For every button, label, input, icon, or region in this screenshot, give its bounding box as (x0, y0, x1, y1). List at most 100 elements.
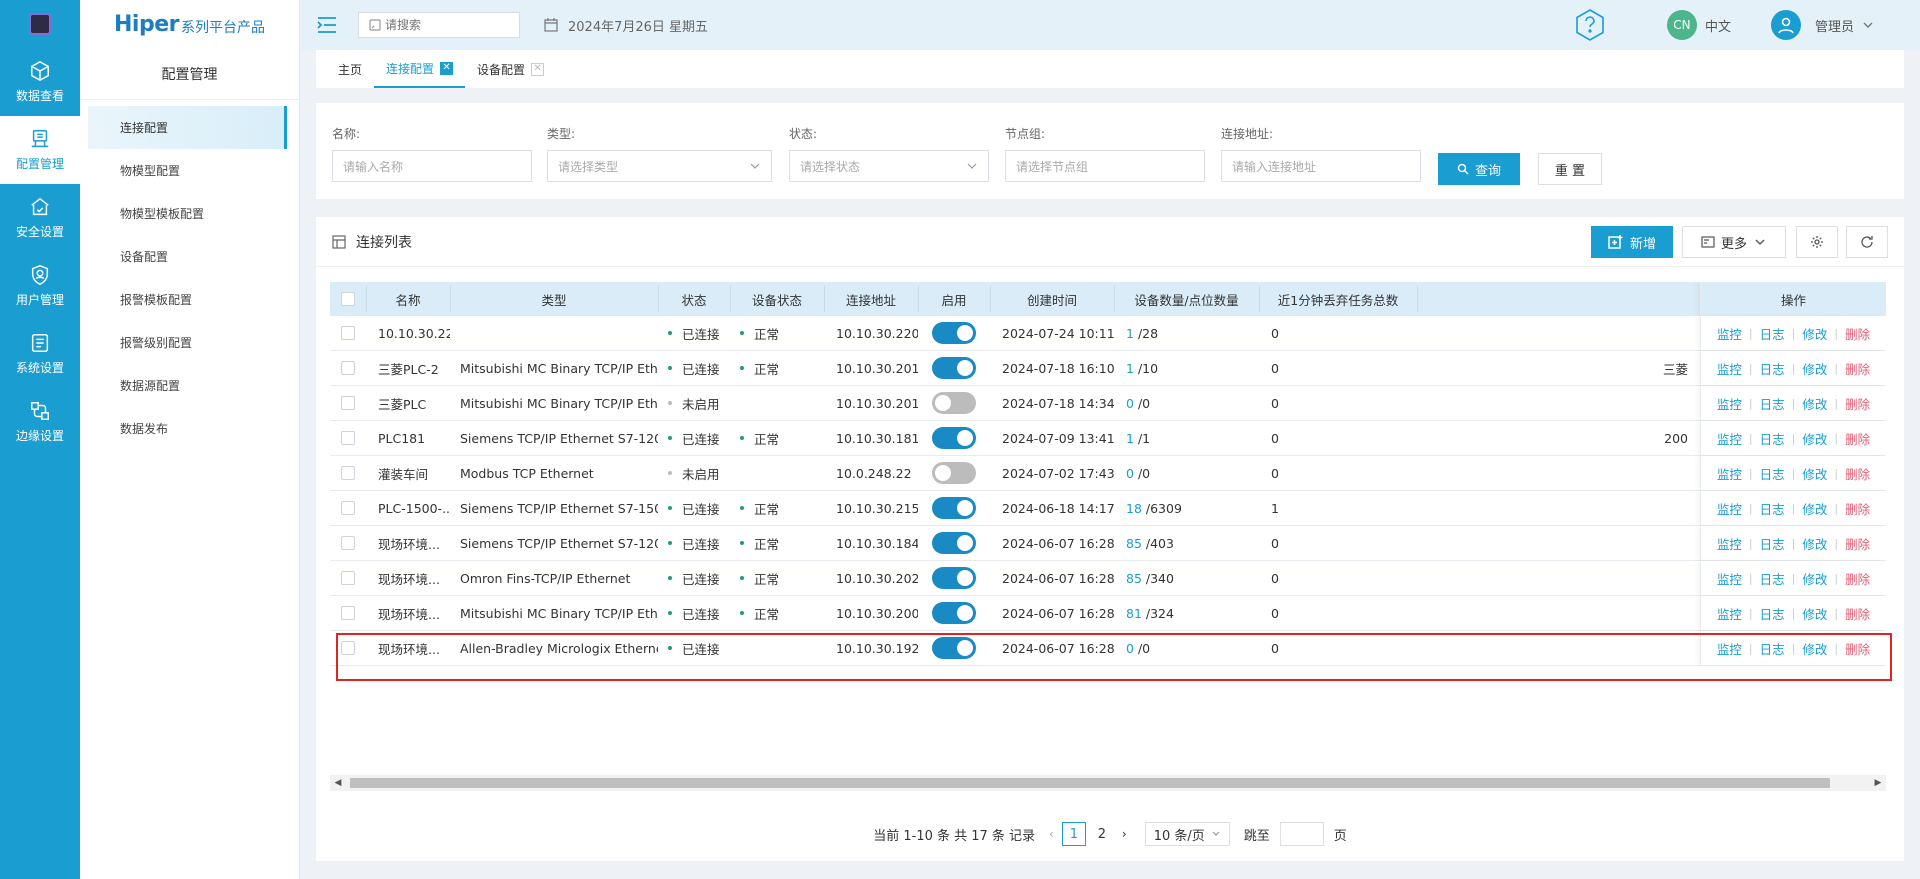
rail-item-users[interactable]: 用户管理 (0, 252, 80, 320)
enable-toggle[interactable] (932, 392, 976, 414)
monitor-link[interactable]: 监控 (1717, 499, 1742, 518)
row-checkbox[interactable] (341, 571, 355, 585)
col-enabled[interactable]: 启用 (918, 282, 990, 316)
page-size-select[interactable]: 10 条/页 (1144, 822, 1230, 846)
table-row[interactable]: 三菱PLC Mitsubishi MC Binary TCP/IP Etherne… (330, 386, 1886, 421)
monitor-link[interactable]: 监控 (1717, 534, 1742, 553)
name-input[interactable]: 请输入名称 (332, 150, 532, 182)
delete-link[interactable]: 删除 (1845, 639, 1870, 658)
table-row[interactable]: 现场环境... Allen-Bradley Micrologix Ethernet… (330, 631, 1886, 666)
row-checkbox[interactable] (341, 606, 355, 620)
select-all-checkbox[interactable] (341, 292, 355, 306)
monitor-link[interactable]: 监控 (1717, 464, 1742, 483)
edit-link[interactable]: 修改 (1802, 534, 1827, 553)
device-count-link[interactable]: 81 (1126, 606, 1142, 621)
enable-toggle[interactable] (932, 532, 976, 554)
device-count-link[interactable]: 0 (1126, 396, 1134, 411)
device-count-link[interactable]: 85 (1126, 536, 1142, 551)
col-dropped[interactable]: 近1分钟丢弃任务总数 (1259, 282, 1417, 316)
edit-link[interactable]: 修改 (1802, 324, 1827, 343)
horizontal-scrollbar[interactable]: ◀ ▶ (330, 775, 1886, 791)
refresh-button[interactable] (1846, 226, 1888, 258)
row-checkbox[interactable] (341, 326, 355, 340)
log-link[interactable]: 日志 (1760, 639, 1785, 658)
scroll-right-icon[interactable]: ▶ (1870, 775, 1886, 791)
chevron-down-icon[interactable] (1862, 19, 1874, 31)
query-button[interactable]: 查询 (1438, 153, 1520, 185)
edit-link[interactable]: 修改 (1802, 359, 1827, 378)
monitor-link[interactable]: 监控 (1717, 604, 1742, 623)
delete-link[interactable]: 删除 (1845, 534, 1870, 553)
delete-link[interactable]: 删除 (1845, 499, 1870, 518)
log-link[interactable]: 日志 (1760, 359, 1785, 378)
node-group-select[interactable]: 请选择节点组 (1005, 150, 1205, 182)
enable-toggle[interactable] (932, 602, 976, 624)
reset-button[interactable]: 重 置 (1538, 153, 1602, 185)
col-address[interactable]: 连接地址 (824, 282, 918, 316)
col-device-count[interactable]: 设备数量/点位数量 (1114, 282, 1259, 316)
page-1[interactable]: 1 (1061, 822, 1086, 846)
enable-toggle[interactable] (932, 567, 976, 589)
enable-toggle[interactable] (932, 357, 976, 379)
table-row[interactable]: 现场环境... Siemens TCP/IP Ethernet S7-1200 已连… (330, 526, 1886, 561)
monitor-link[interactable]: 监控 (1717, 429, 1742, 448)
sub-item-thing-model-template[interactable]: 物模型模板配置 (88, 192, 287, 235)
log-link[interactable]: 日志 (1760, 324, 1785, 343)
log-link[interactable]: 日志 (1760, 429, 1785, 448)
sub-item-data-publish[interactable]: 数据发布 (88, 407, 287, 450)
table-row[interactable]: 现场环境... Omron Fins-TCP/IP Ethernet 已连接 正常 10… (330, 561, 1886, 596)
scroll-thumb[interactable] (350, 778, 1830, 788)
col-name[interactable]: 名称 (366, 282, 450, 316)
table-row[interactable]: 三菱PLC-2 Mitsubishi MC Binary TCP/IP Ether… (330, 351, 1886, 386)
help-icon[interactable] (1573, 8, 1607, 42)
edit-link[interactable]: 修改 (1802, 499, 1827, 518)
log-link[interactable]: 日志 (1760, 569, 1785, 588)
sub-item-connection-config[interactable]: 连接配置 (88, 106, 287, 149)
user-name[interactable]: 管理员 (1815, 16, 1854, 35)
rail-item-config[interactable]: 配置管理 (0, 116, 80, 184)
close-icon[interactable]: ✕ (531, 62, 545, 76)
tab-device-config[interactable]: 设备配置 ✕ (465, 50, 556, 88)
table-row[interactable]: 10.10.30.220 已连接正常 10.10.30.220 2024-07-24 … (330, 316, 1886, 351)
sub-item-device-config[interactable]: 设备配置 (88, 235, 287, 278)
address-input[interactable]: 请输入连接地址 (1221, 150, 1421, 182)
log-link[interactable]: 日志 (1760, 534, 1785, 553)
sub-item-alarm-template[interactable]: 报警模板配置 (88, 278, 287, 321)
search-box[interactable] (358, 12, 520, 38)
next-page-icon[interactable]: › (1122, 827, 1127, 841)
row-checkbox[interactable] (341, 536, 355, 550)
close-icon[interactable]: ✕ (440, 61, 454, 75)
col-created[interactable]: 创建时间 (990, 282, 1114, 316)
enable-toggle[interactable] (932, 637, 976, 659)
col-status[interactable]: 状态 (658, 282, 730, 316)
enable-toggle[interactable] (932, 322, 976, 344)
avatar[interactable] (1770, 10, 1801, 40)
add-button[interactable]: 新增 (1591, 226, 1673, 258)
delete-link[interactable]: 删除 (1845, 604, 1870, 623)
enable-toggle[interactable] (932, 462, 976, 484)
edit-link[interactable]: 修改 (1802, 464, 1827, 483)
monitor-link[interactable]: 监控 (1717, 324, 1742, 343)
device-count-link[interactable]: 1 (1126, 431, 1134, 446)
table-row[interactable]: PLC181 Siemens TCP/IP Ethernet S7-1200 已连接… (330, 421, 1886, 456)
enable-toggle[interactable] (932, 427, 976, 449)
prev-page-icon[interactable]: ‹ (1049, 827, 1054, 841)
settings-button[interactable] (1796, 226, 1838, 258)
search-input[interactable] (385, 18, 505, 32)
delete-link[interactable]: 删除 (1845, 324, 1870, 343)
more-button[interactable]: 更多 (1682, 226, 1786, 258)
log-link[interactable]: 日志 (1760, 499, 1785, 518)
status-select[interactable]: 请选择状态 (789, 150, 989, 182)
monitor-link[interactable]: 监控 (1717, 394, 1742, 413)
language-text[interactable]: 中文 (1705, 16, 1731, 35)
enable-toggle[interactable] (932, 497, 976, 519)
edit-link[interactable]: 修改 (1802, 639, 1827, 658)
type-select[interactable]: 请选择类型 (547, 150, 772, 182)
edit-link[interactable]: 修改 (1802, 569, 1827, 588)
sub-item-thing-model[interactable]: 物模型配置 (88, 149, 287, 192)
col-type[interactable]: 类型 (450, 282, 658, 316)
device-count-link[interactable]: 0 (1126, 641, 1134, 656)
table-row[interactable]: 现场环境... Mitsubishi MC Binary TCP/IP Ether… (330, 596, 1886, 631)
row-checkbox[interactable] (341, 466, 355, 480)
row-checkbox[interactable] (341, 501, 355, 515)
